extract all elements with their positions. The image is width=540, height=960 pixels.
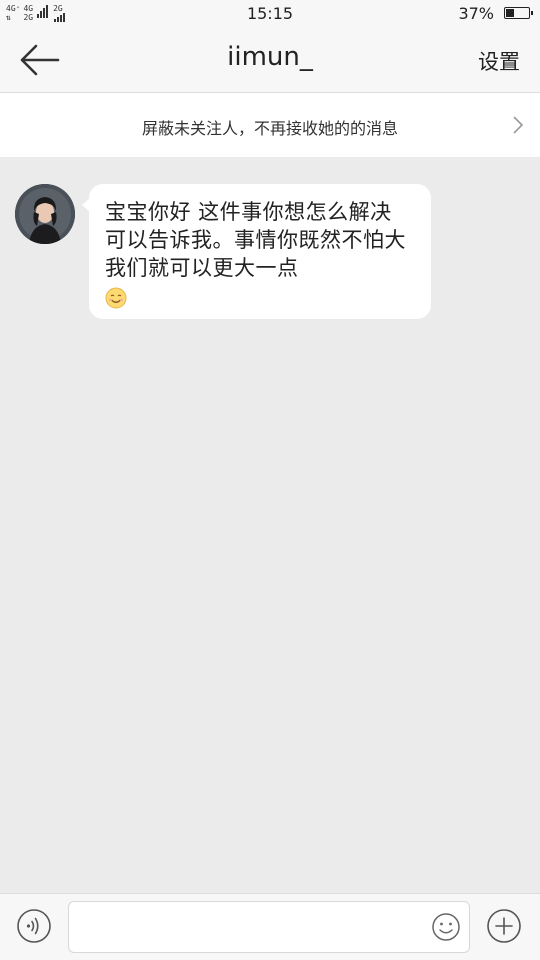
avatar-image xyxy=(15,184,75,244)
message-text-content: 宝宝你好 这件事你想怎么解决 可以告诉我。事情你既然不怕大 我们就可以更大一点 xyxy=(105,200,406,280)
battery-fill xyxy=(506,9,514,17)
more-options-button[interactable] xyxy=(486,908,522,944)
battery-percent: 37% xyxy=(458,4,494,23)
emoji-smile-icon xyxy=(432,913,460,941)
message-input[interactable] xyxy=(68,901,470,953)
plus-icon xyxy=(487,909,521,943)
nav-bar: iimun_ 设置 xyxy=(0,28,540,93)
chat-title: iimun_ xyxy=(227,42,313,72)
input-bar xyxy=(0,893,540,960)
chevron-right-icon xyxy=(513,116,524,134)
message-bubble[interactable]: 宝宝你好 这件事你想怎么解决 可以告诉我。事情你既然不怕大 我们就可以更大一点 xyxy=(82,184,431,319)
status-bar: 4G⁺ ⇅ 4G 2G 2G 15:15 37% xyxy=(0,0,540,28)
smiling-face-icon xyxy=(105,287,127,309)
emoji-button[interactable] xyxy=(431,912,461,942)
battery-icon xyxy=(504,7,533,19)
settings-button[interactable]: 设置 xyxy=(478,46,520,76)
voice-button[interactable] xyxy=(16,908,52,944)
block-unfollowed-bar[interactable]: 屏蔽未关注人，不再接收她的的消息 xyxy=(0,93,540,157)
message-text: 宝宝你好 这件事你想怎么解决 可以告诉我。事情你既然不怕大 我们就可以更大一点 xyxy=(105,198,411,310)
avatar[interactable] xyxy=(15,184,75,244)
voice-icon xyxy=(17,909,51,943)
block-unfollowed-text: 屏蔽未关注人，不再接收她的的消息 xyxy=(141,119,398,138)
